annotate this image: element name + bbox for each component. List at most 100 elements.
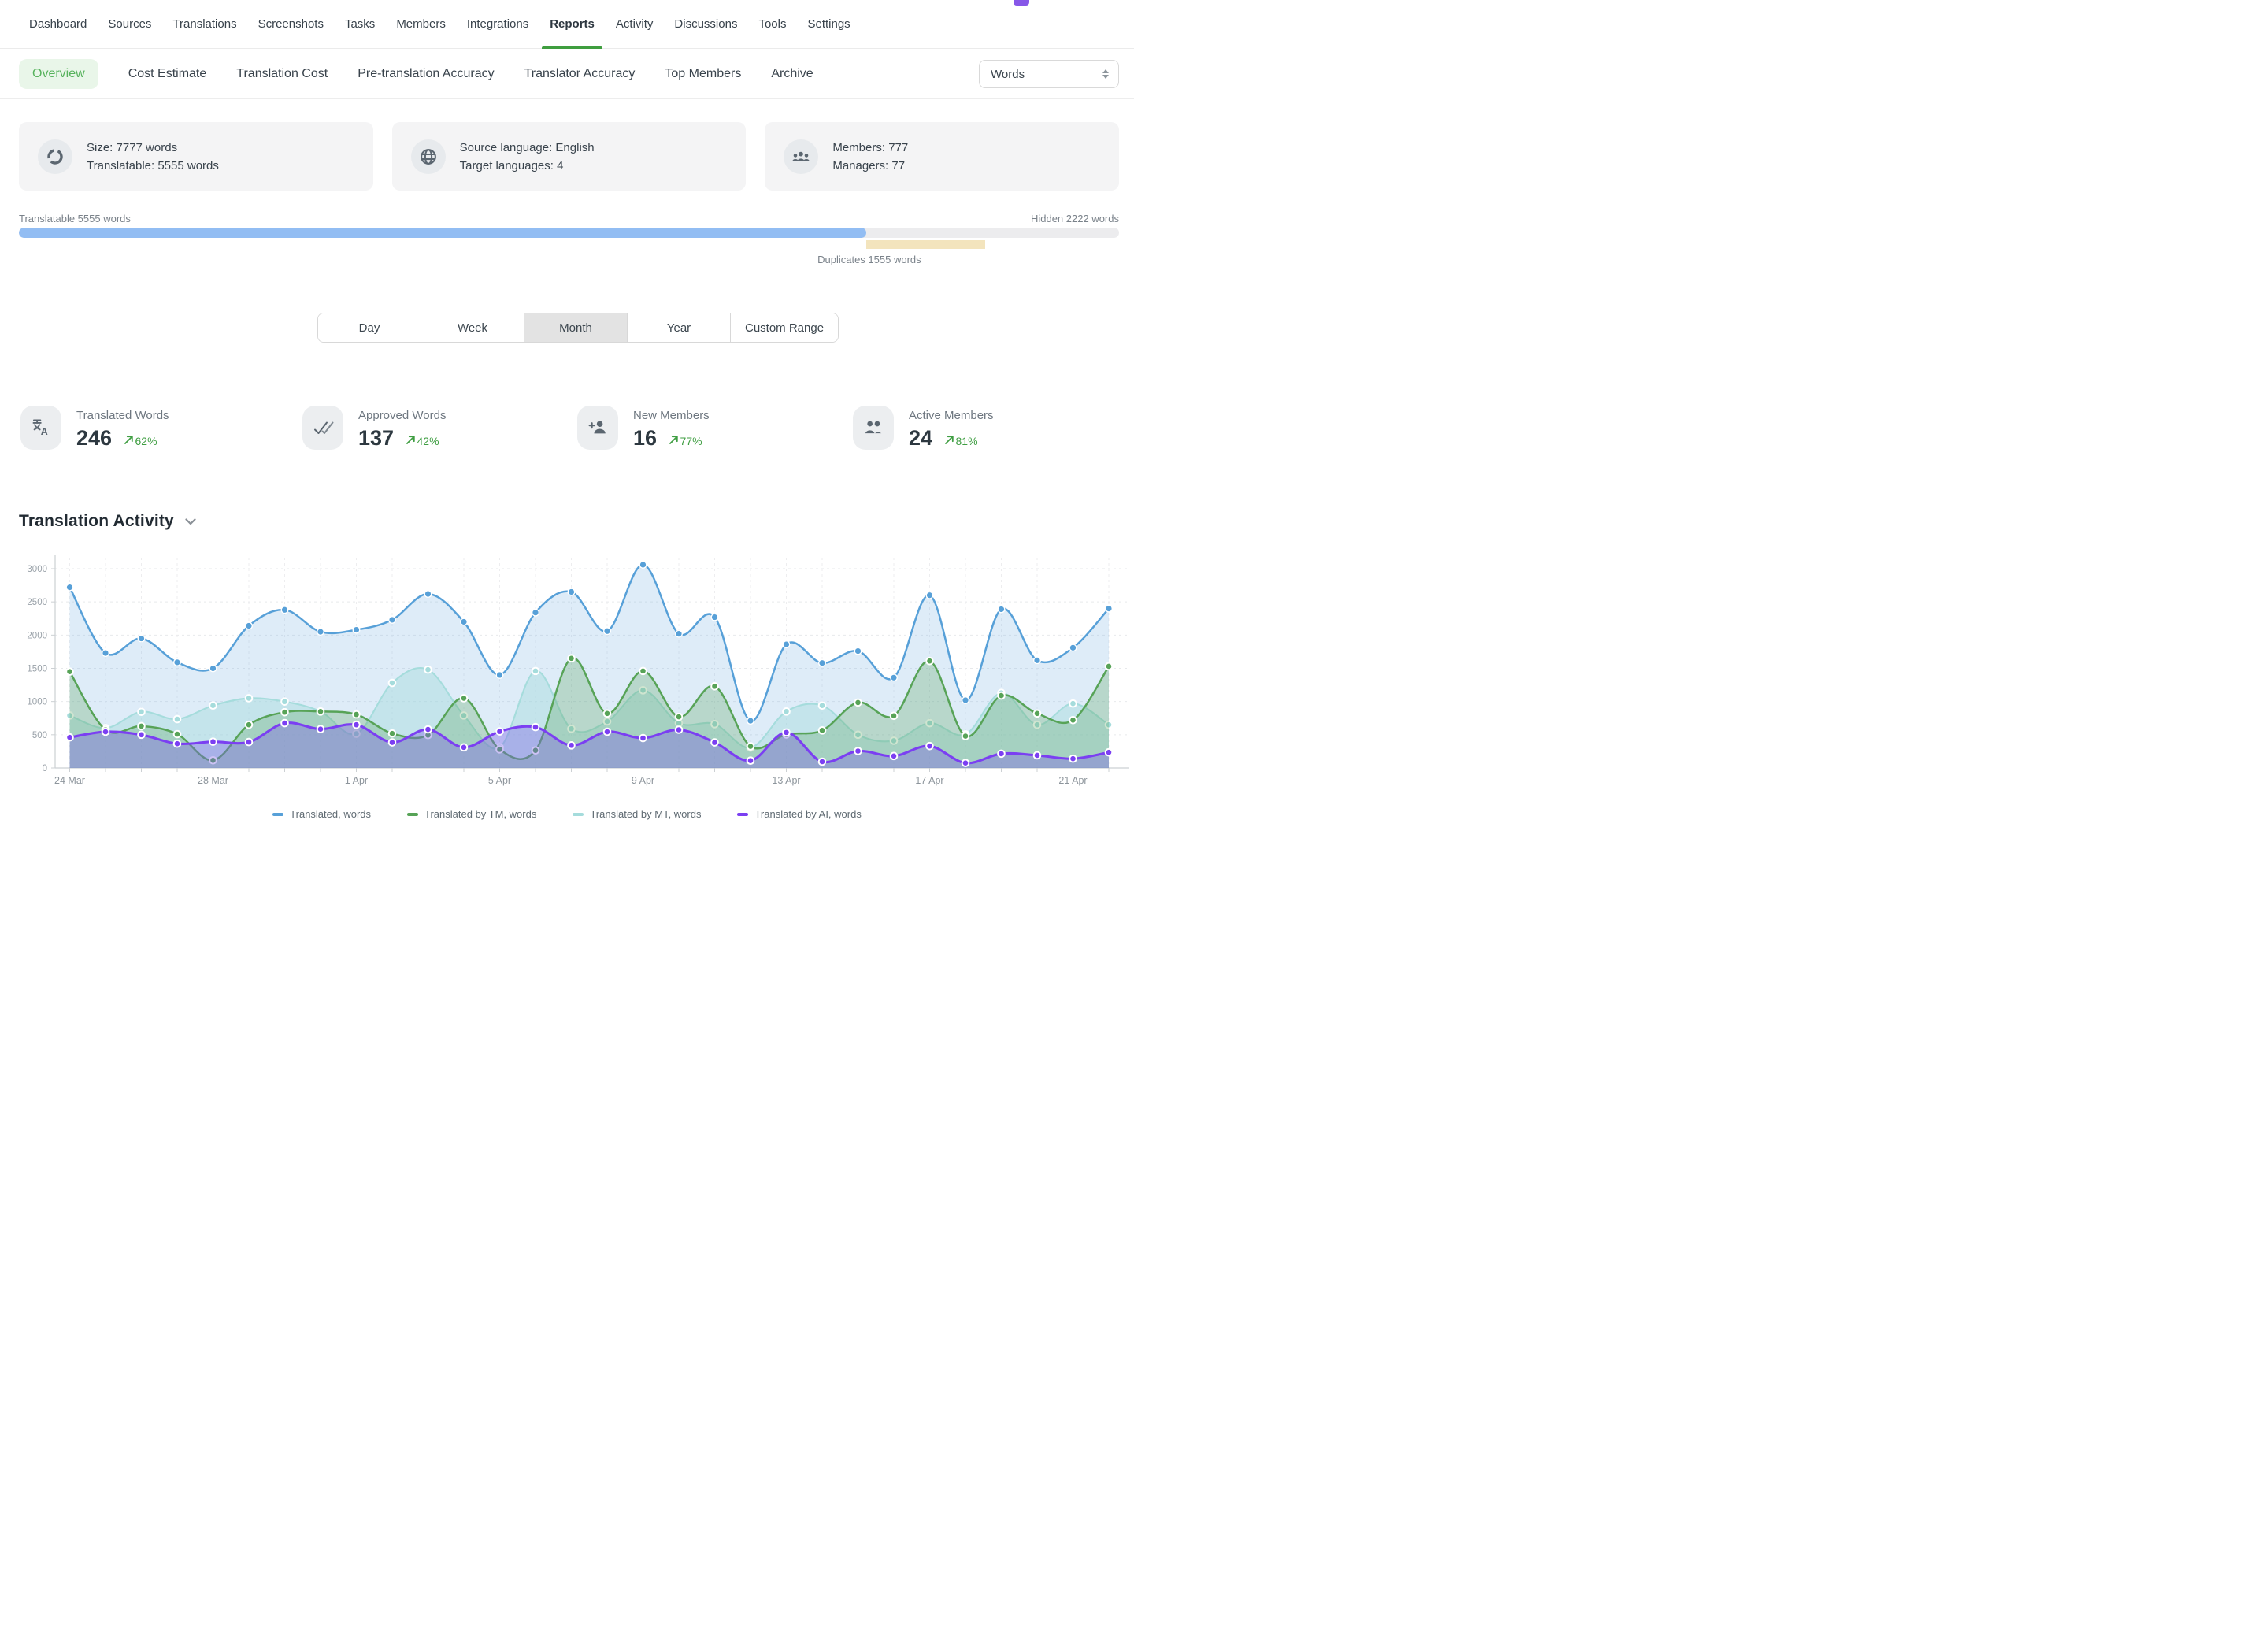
nav-item-integrations[interactable]: Integrations	[467, 0, 528, 49]
globe-icon	[411, 139, 446, 174]
nav-item-members[interactable]: Members	[396, 0, 446, 49]
project-summary-cards: Size: 7777 wordsTranslatable: 5555 words…	[19, 122, 1119, 191]
people-icon	[853, 406, 894, 450]
legend-label: Translated by MT, words	[590, 808, 701, 820]
metric-label: Approved Words	[358, 409, 446, 422]
reports-subnav: Overview Cost Estimate Translation Cost Pre…	[0, 50, 1134, 99]
units-dropdown[interactable]: Words	[979, 60, 1119, 88]
metric-value: 246	[76, 428, 112, 449]
select-arrows-icon	[1102, 69, 1109, 79]
metric-active-members: Active Members 24 81%	[853, 406, 994, 450]
metric-change: 81%	[944, 435, 978, 447]
nav-item-dashboard[interactable]: Dashboard	[29, 0, 87, 49]
range-tab-year[interactable]: Year	[628, 313, 731, 342]
subnav-item-translator-accuracy[interactable]: Translator Accuracy	[524, 67, 636, 81]
nav-item-sources[interactable]: Sources	[108, 0, 151, 49]
svg-text:13 Apr: 13 Apr	[772, 775, 800, 786]
nav-item-tasks[interactable]: Tasks	[345, 0, 375, 49]
legend-item-translated-by-mt-words[interactable]: Translated by MT, words	[573, 808, 701, 820]
nav-item-discussions[interactable]: Discussions	[674, 0, 737, 49]
nav-item-translations[interactable]: Translations	[172, 0, 236, 49]
svg-text:9 Apr: 9 Apr	[632, 775, 654, 786]
legend-swatch	[272, 813, 284, 816]
summary-card-text: Size: 7777 wordsTranslatable: 5555 words	[87, 139, 219, 175]
metric-translated-words: A Translated Words 246 62%	[20, 406, 169, 450]
nav-item-settings[interactable]: Settings	[807, 0, 850, 49]
svg-text:2500: 2500	[27, 598, 47, 607]
translation-activity-header: Translation Activity	[19, 512, 196, 531]
top-navigation: Dashboard Sources Translations Screenshots T…	[0, 0, 1134, 49]
range-tab-custom-range[interactable]: Custom Range	[731, 313, 838, 342]
legend-item-translated-by-tm-words[interactable]: Translated by TM, words	[407, 808, 536, 820]
metric-value: 137	[358, 428, 394, 449]
svg-text:21 Apr: 21 Apr	[1058, 775, 1087, 786]
translatable-bar	[19, 228, 866, 238]
svg-text:0: 0	[43, 764, 47, 773]
legend-label: Translated by TM, words	[424, 808, 536, 820]
chevron-down-icon[interactable]	[185, 518, 196, 525]
svg-text:5 Apr: 5 Apr	[488, 775, 511, 786]
subnav-item-archive[interactable]: Archive	[771, 67, 813, 81]
nav-item-activity[interactable]: Activity	[616, 0, 654, 49]
svg-text:24 Mar: 24 Mar	[54, 775, 85, 786]
range-tab-week[interactable]: Week	[421, 313, 524, 342]
subnav-item-cost-estimate[interactable]: Cost Estimate	[128, 67, 207, 81]
words-progress: Duplicates 1555 words	[19, 228, 1119, 238]
subnav-item-translation-cost[interactable]: Translation Cost	[236, 67, 328, 81]
summary-card: Size: 7777 wordsTranslatable: 5555 words	[19, 122, 373, 191]
translate-icon: A	[20, 406, 61, 450]
legend-swatch	[737, 813, 748, 816]
metric-value: 24	[909, 428, 932, 449]
metric-new-members: New Members 16 77%	[577, 406, 710, 450]
date-range-tabs: DayWeekMonthYearCustom Range	[317, 313, 839, 343]
legend-item-translated-words[interactable]: Translated, words	[272, 808, 371, 820]
metric-change: 42%	[406, 435, 439, 447]
metrics-row: A Translated Words 246 62% Approved Word…	[0, 406, 1134, 477]
trend-up-icon	[124, 435, 134, 447]
section-title: Translation Activity	[19, 512, 174, 531]
svg-text:17 Apr: 17 Apr	[915, 775, 943, 786]
members-icon	[784, 139, 818, 174]
summary-card: Source language: EnglishTarget languages…	[392, 122, 747, 191]
duplicates-bar	[866, 240, 985, 249]
svg-text:1 Apr: 1 Apr	[345, 775, 368, 786]
svg-text:3000: 3000	[27, 565, 47, 574]
subnav-item-top-members[interactable]: Top Members	[665, 67, 741, 81]
subnav-item-overview[interactable]: Overview	[19, 59, 98, 89]
summary-card-text: Source language: EnglishTarget languages…	[460, 139, 595, 175]
progress-track	[19, 228, 1119, 238]
units-dropdown-value: Words	[991, 68, 1025, 81]
metric-change: 62%	[124, 435, 158, 447]
nav-item-reports[interactable]: Reports	[550, 0, 595, 49]
range-tab-month[interactable]: Month	[524, 313, 628, 342]
donut-chart-icon	[38, 139, 72, 174]
legend-item-translated-by-ai-words[interactable]: Translated by AI, words	[737, 808, 861, 820]
legend-label: Translated by AI, words	[754, 808, 861, 820]
progress-labels: Translatable 5555 words Hidden 2222 word…	[19, 213, 1119, 224]
metric-label: New Members	[633, 409, 710, 422]
svg-text:2000: 2000	[27, 631, 47, 640]
range-tab-day[interactable]: Day	[318, 313, 421, 342]
cutoff-purple-element	[1014, 0, 1029, 6]
nav-item-screenshots[interactable]: Screenshots	[258, 0, 324, 49]
metric-label: Active Members	[909, 409, 994, 422]
metric-change: 77%	[669, 435, 702, 447]
subnav-item-pre-translation-accuracy[interactable]: Pre-translation Accuracy	[358, 67, 494, 81]
nav-item-tools[interactable]: Tools	[758, 0, 786, 49]
chart-legend: Translated, words Translated by TM, words…	[0, 808, 1134, 820]
legend-swatch	[573, 813, 584, 816]
reports-overview-page: Dashboard Sources Translations Screenshots T…	[0, 0, 1134, 824]
translatable-label: Translatable 5555 words	[19, 213, 131, 224]
legend-swatch	[407, 813, 418, 816]
svg-text:28 Mar: 28 Mar	[198, 775, 228, 786]
metric-approved-words: Approved Words 137 42%	[302, 406, 446, 450]
trend-up-icon	[406, 435, 416, 447]
svg-text:500: 500	[32, 731, 47, 740]
hidden-label: Hidden 2222 words	[1031, 213, 1119, 224]
metric-label: Translated Words	[76, 409, 169, 422]
metric-value: 16	[633, 428, 657, 449]
legend-label: Translated, words	[290, 808, 371, 820]
person-add-icon	[577, 406, 618, 450]
svg-text:A: A	[41, 426, 48, 437]
double-check-icon	[302, 406, 343, 450]
